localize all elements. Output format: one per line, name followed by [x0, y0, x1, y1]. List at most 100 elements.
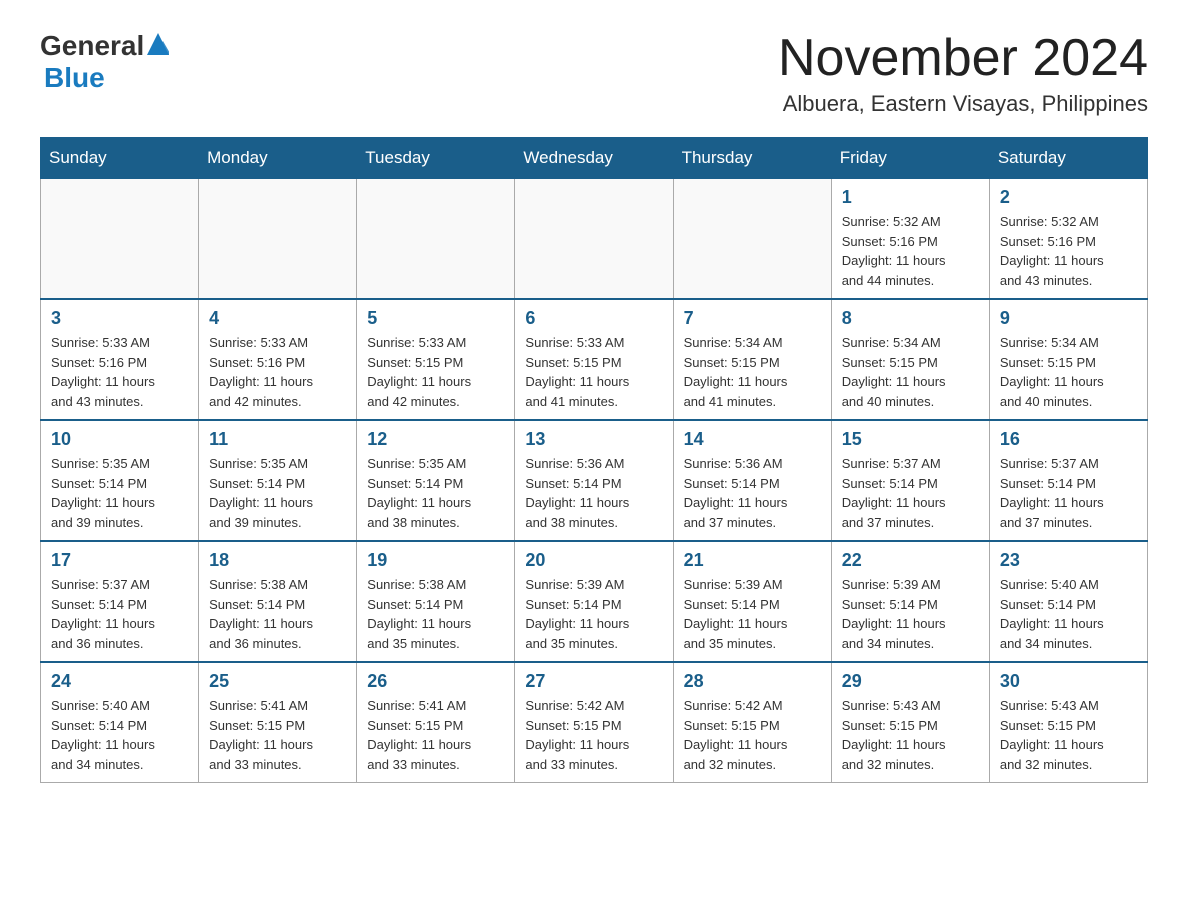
calendar-header-row: Sunday Monday Tuesday Wednesday Thursday… — [41, 138, 1148, 179]
day-info: Sunrise: 5:39 AMSunset: 5:14 PMDaylight:… — [842, 575, 979, 653]
day-info: Sunrise: 5:37 AMSunset: 5:14 PMDaylight:… — [842, 454, 979, 532]
table-row: 22 Sunrise: 5:39 AMSunset: 5:14 PMDayligh… — [831, 541, 989, 662]
page-header: General Blue November 2024 Albuera, East… — [40, 30, 1148, 117]
table-row: 20 Sunrise: 5:39 AMSunset: 5:14 PMDayligh… — [515, 541, 673, 662]
table-row: 26 Sunrise: 5:41 AMSunset: 5:15 PMDayligh… — [357, 662, 515, 783]
col-tuesday: Tuesday — [357, 138, 515, 179]
table-row: 16 Sunrise: 5:37 AMSunset: 5:14 PMDayligh… — [989, 420, 1147, 541]
day-info: Sunrise: 5:43 AMSunset: 5:15 PMDaylight:… — [842, 696, 979, 774]
logo-general-text: General — [40, 30, 144, 62]
table-row: 11 Sunrise: 5:35 AMSunset: 5:14 PMDayligh… — [199, 420, 357, 541]
table-row: 12 Sunrise: 5:35 AMSunset: 5:14 PMDayligh… — [357, 420, 515, 541]
table-row — [357, 179, 515, 300]
col-monday: Monday — [199, 138, 357, 179]
day-number: 30 — [1000, 671, 1137, 692]
table-row: 15Sunrise: 5:37 AMSunset: 5:14 PMDayligh… — [831, 420, 989, 541]
day-info: Sunrise: 5:42 AMSunset: 5:15 PMDaylight:… — [525, 696, 662, 774]
table-row — [673, 179, 831, 300]
day-info: Sunrise: 5:40 AMSunset: 5:14 PMDaylight:… — [51, 696, 188, 774]
day-info: Sunrise: 5:43 AMSunset: 5:15 PMDaylight:… — [1000, 696, 1137, 774]
day-info: Sunrise: 5:37 AMSunset: 5:14 PMDaylight:… — [1000, 454, 1137, 532]
day-number: 25 — [209, 671, 346, 692]
calendar-week-row: 24 Sunrise: 5:40 AMSunset: 5:14 PMDayligh… — [41, 662, 1148, 783]
table-row — [515, 179, 673, 300]
day-number: 5 — [367, 308, 504, 329]
day-info: Sunrise: 5:32 AMSunset: 5:16 PMDaylight:… — [1000, 212, 1137, 290]
day-info: Sunrise: 5:41 AMSunset: 5:15 PMDaylight:… — [367, 696, 504, 774]
col-sunday: Sunday — [41, 138, 199, 179]
day-number: 23 — [1000, 550, 1137, 571]
col-saturday: Saturday — [989, 138, 1147, 179]
day-number: 27 — [525, 671, 662, 692]
table-row: 14Sunrise: 5:36 AMSunset: 5:14 PMDayligh… — [673, 420, 831, 541]
logo-triangle-icon — [147, 33, 169, 60]
day-info: Sunrise: 5:37 AMSunset: 5:14 PMDaylight:… — [51, 575, 188, 653]
day-info: Sunrise: 5:39 AMSunset: 5:14 PMDaylight:… — [525, 575, 662, 653]
day-number: 8 — [842, 308, 979, 329]
day-number: 19 — [367, 550, 504, 571]
day-number: 13 — [525, 429, 662, 450]
table-row: 19Sunrise: 5:38 AMSunset: 5:14 PMDayligh… — [357, 541, 515, 662]
table-row: 13 Sunrise: 5:36 AMSunset: 5:14 PMDayligh… — [515, 420, 673, 541]
day-number: 26 — [367, 671, 504, 692]
calendar-week-row: 17 Sunrise: 5:37 AMSunset: 5:14 PMDayligh… — [41, 541, 1148, 662]
day-number: 4 — [209, 308, 346, 329]
calendar-table: Sunday Monday Tuesday Wednesday Thursday… — [40, 137, 1148, 783]
table-row — [41, 179, 199, 300]
day-number: 6 — [525, 308, 662, 329]
day-number: 21 — [684, 550, 821, 571]
table-row: 8 Sunrise: 5:34 AMSunset: 5:15 PMDaylight… — [831, 299, 989, 420]
month-title: November 2024 — [778, 30, 1148, 87]
day-number: 29 — [842, 671, 979, 692]
table-row: 1Sunrise: 5:32 AMSunset: 5:16 PMDaylight… — [831, 179, 989, 300]
day-info: Sunrise: 5:35 AMSunset: 5:14 PMDaylight:… — [367, 454, 504, 532]
day-number: 17 — [51, 550, 188, 571]
day-info: Sunrise: 5:41 AMSunset: 5:15 PMDaylight:… — [209, 696, 346, 774]
day-info: Sunrise: 5:39 AMSunset: 5:14 PMDaylight:… — [684, 575, 821, 653]
day-number: 3 — [51, 308, 188, 329]
day-number: 9 — [1000, 308, 1137, 329]
calendar-week-row: 1Sunrise: 5:32 AMSunset: 5:16 PMDaylight… — [41, 179, 1148, 300]
col-friday: Friday — [831, 138, 989, 179]
day-number: 24 — [51, 671, 188, 692]
table-row: 17 Sunrise: 5:37 AMSunset: 5:14 PMDayligh… — [41, 541, 199, 662]
day-info: Sunrise: 5:33 AMSunset: 5:15 PMDaylight:… — [367, 333, 504, 411]
day-number: 18 — [209, 550, 346, 571]
day-info: Sunrise: 5:33 AMSunset: 5:16 PMDaylight:… — [51, 333, 188, 411]
day-number: 22 — [842, 550, 979, 571]
table-row: 7 Sunrise: 5:34 AMSunset: 5:15 PMDaylight… — [673, 299, 831, 420]
logo: General Blue — [40, 30, 169, 94]
day-info: Sunrise: 5:32 AMSunset: 5:16 PMDaylight:… — [842, 212, 979, 290]
logo-blue-text: Blue — [44, 62, 105, 93]
day-info: Sunrise: 5:35 AMSunset: 5:14 PMDaylight:… — [209, 454, 346, 532]
day-info: Sunrise: 5:40 AMSunset: 5:14 PMDaylight:… — [1000, 575, 1137, 653]
day-number: 20 — [525, 550, 662, 571]
calendar-week-row: 10Sunrise: 5:35 AMSunset: 5:14 PMDayligh… — [41, 420, 1148, 541]
col-thursday: Thursday — [673, 138, 831, 179]
day-number: 7 — [684, 308, 821, 329]
day-number: 16 — [1000, 429, 1137, 450]
table-row: 10Sunrise: 5:35 AMSunset: 5:14 PMDayligh… — [41, 420, 199, 541]
calendar-week-row: 3 Sunrise: 5:33 AMSunset: 5:16 PMDaylight… — [41, 299, 1148, 420]
day-info: Sunrise: 5:34 AMSunset: 5:15 PMDaylight:… — [684, 333, 821, 411]
table-row: 23 Sunrise: 5:40 AMSunset: 5:14 PMDayligh… — [989, 541, 1147, 662]
table-row: 6 Sunrise: 5:33 AMSunset: 5:15 PMDaylight… — [515, 299, 673, 420]
day-number: 2 — [1000, 187, 1137, 208]
table-row: 25 Sunrise: 5:41 AMSunset: 5:15 PMDayligh… — [199, 662, 357, 783]
table-row: 4Sunrise: 5:33 AMSunset: 5:16 PMDaylight… — [199, 299, 357, 420]
day-number: 12 — [367, 429, 504, 450]
day-info: Sunrise: 5:33 AMSunset: 5:15 PMDaylight:… — [525, 333, 662, 411]
day-number: 11 — [209, 429, 346, 450]
day-info: Sunrise: 5:36 AMSunset: 5:14 PMDaylight:… — [525, 454, 662, 532]
table-row: 29 Sunrise: 5:43 AMSunset: 5:15 PMDayligh… — [831, 662, 989, 783]
day-number: 14 — [684, 429, 821, 450]
day-info: Sunrise: 5:34 AMSunset: 5:15 PMDaylight:… — [1000, 333, 1137, 411]
table-row: 9 Sunrise: 5:34 AMSunset: 5:15 PMDaylight… — [989, 299, 1147, 420]
location-title: Albuera, Eastern Visayas, Philippines — [778, 91, 1148, 117]
table-row: 28Sunrise: 5:42 AMSunset: 5:15 PMDayligh… — [673, 662, 831, 783]
day-info: Sunrise: 5:35 AMSunset: 5:14 PMDaylight:… — [51, 454, 188, 532]
table-row: 18Sunrise: 5:38 AMSunset: 5:14 PMDayligh… — [199, 541, 357, 662]
day-info: Sunrise: 5:34 AMSunset: 5:15 PMDaylight:… — [842, 333, 979, 411]
col-wednesday: Wednesday — [515, 138, 673, 179]
table-row: 27 Sunrise: 5:42 AMSunset: 5:15 PMDayligh… — [515, 662, 673, 783]
